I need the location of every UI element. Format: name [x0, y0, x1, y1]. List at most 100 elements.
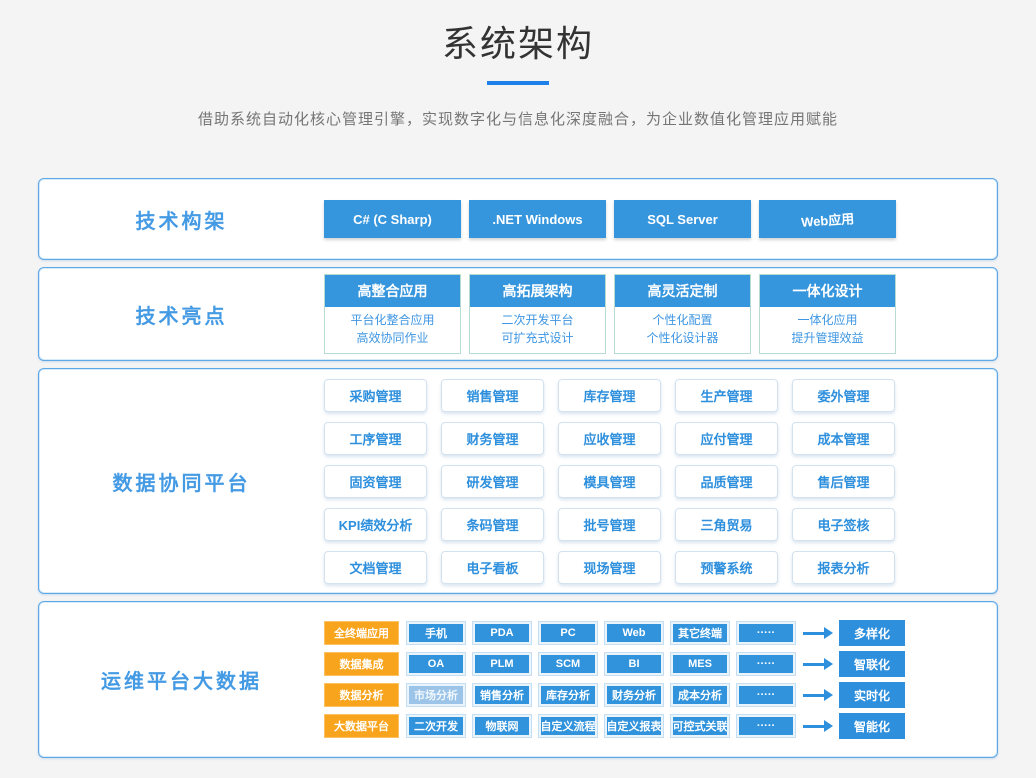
- module-button[interactable]: 售后管理: [792, 465, 895, 498]
- ops-item-button[interactable]: MES: [671, 653, 729, 675]
- ops-item-button[interactable]: SCM: [539, 653, 597, 675]
- tech-buttons-row: C# (C Sharp).NET WindowsSQL Server Web应用: [324, 200, 997, 238]
- section-data-platform-label: 数据协同平台: [39, 467, 324, 496]
- module-button[interactable]: KPI绩效分析: [324, 508, 427, 541]
- highlight-card-title: 高整合应用: [325, 275, 460, 307]
- ops-item-button[interactable]: ·····: [737, 715, 795, 737]
- ops-item-button[interactable]: 财务分析: [605, 684, 663, 706]
- ops-item-button[interactable]: 二次开发: [407, 715, 465, 737]
- module-button[interactable]: 现场管理: [558, 551, 661, 584]
- module-button-label: KPI绩效分析: [339, 515, 413, 534]
- ops-item-button[interactable]: 市场分析: [407, 684, 465, 706]
- tech-button[interactable]: C# (C Sharp): [324, 200, 461, 238]
- module-button[interactable]: 文档管理: [324, 551, 427, 584]
- highlight-card: 高拓展架构二次开发平台可扩充式设计: [469, 274, 606, 354]
- ops-item-button[interactable]: 销售分析: [473, 684, 531, 706]
- module-button[interactable]: 模具管理: [558, 465, 661, 498]
- ops-row: 全终端应用手机PDAPCWeb其它终端·····多样化: [324, 620, 997, 646]
- module-button[interactable]: 财务管理: [441, 422, 544, 455]
- module-button[interactable]: 电子看板: [441, 551, 544, 584]
- ops-row: 数据分析市场分析销售分析库存分析财务分析成本分析·····实时化: [324, 682, 997, 708]
- ops-item-button[interactable]: 自定义报表: [605, 715, 663, 737]
- ops-item-button[interactable]: 库存分析: [539, 684, 597, 706]
- highlight-card: 高灵活定制个性化配置个性化设计器: [614, 274, 751, 354]
- arrow-right-icon: [803, 689, 835, 701]
- ops-item-button[interactable]: PC: [539, 622, 597, 644]
- arrow-right-icon: [803, 627, 835, 639]
- section-tech-framework-label: 技术构架: [39, 205, 324, 234]
- module-button[interactable]: 电子签核: [792, 508, 895, 541]
- ops-item-button[interactable]: Web: [605, 622, 663, 644]
- ops-item-button[interactable]: PLM: [473, 653, 531, 675]
- highlight-card-body: 二次开发平台可扩充式设计: [470, 307, 605, 353]
- ops-result-button[interactable]: 智能化: [839, 713, 905, 739]
- ops-item-button[interactable]: PDA: [473, 622, 531, 644]
- ops-item-button[interactable]: ·····: [737, 653, 795, 675]
- module-button[interactable]: 固资管理: [324, 465, 427, 498]
- arrow-shaft: [803, 632, 824, 635]
- module-button[interactable]: 应付管理: [675, 422, 778, 455]
- section-tech-framework: 技术构架 C# (C Sharp).NET WindowsSQL Server W…: [38, 178, 998, 260]
- module-button-label: 采购管理: [349, 386, 401, 405]
- tech-button[interactable]: Web应用: [759, 200, 896, 238]
- ops-item-button[interactable]: ·····: [737, 622, 795, 644]
- module-button[interactable]: 应收管理: [558, 422, 661, 455]
- highlight-card-body: 平台化整合应用高效协同作业: [325, 307, 460, 353]
- highlight-card: 高整合应用平台化整合应用高效协同作业: [324, 274, 461, 354]
- ops-item-button[interactable]: BI: [605, 653, 663, 675]
- module-button[interactable]: 库存管理: [558, 379, 661, 412]
- module-button[interactable]: 三角贸易: [675, 508, 778, 541]
- ops-item-button[interactable]: 其它终端: [671, 622, 729, 644]
- arrow-shaft: [803, 725, 824, 728]
- module-button[interactable]: 委外管理: [792, 379, 895, 412]
- module-button-label: 委外管理: [817, 386, 869, 405]
- ops-item-button[interactable]: OA: [407, 653, 465, 675]
- ops-item-button[interactable]: 自定义流程: [539, 715, 597, 737]
- ops-item-button[interactable]: 物联网: [473, 715, 531, 737]
- module-grid: 采购管理 销售管理 库存管理生产管理 委外管理工序管理财务管理 应收管理 应付管理 成本管理…: [324, 379, 997, 584]
- ops-item-button[interactable]: 手机: [407, 622, 465, 644]
- highlight-card-line: 二次开发平台: [470, 311, 605, 329]
- arrow-shaft: [803, 694, 824, 697]
- module-button-label: 销售管理: [466, 386, 518, 405]
- ops-result-button[interactable]: 多样化: [839, 620, 905, 646]
- module-button-label: 电子看板: [466, 558, 518, 577]
- module-button-label: 成本管理: [817, 429, 869, 448]
- tech-button[interactable]: SQL Server: [614, 200, 751, 238]
- highlight-card-body: 个性化配置个性化设计器: [615, 307, 750, 353]
- section-tech-highlights: 技术亮点 高整合应用平台化整合应用高效协同作业高拓展架构二次开发平台可扩充式设计…: [38, 267, 998, 361]
- module-button[interactable]: 生产管理: [675, 379, 778, 412]
- tech-button[interactable]: .NET Windows: [469, 200, 606, 238]
- module-button[interactable]: 预警系统: [675, 551, 778, 584]
- highlight-card-line: 提升管理效益: [760, 329, 895, 347]
- module-button[interactable]: 条码管理: [441, 508, 544, 541]
- module-button[interactable]: 工序管理: [324, 422, 427, 455]
- ops-result-button[interactable]: 智联化: [839, 651, 905, 677]
- section-ops-platform: 运维平台大数据 全终端应用手机PDAPCWeb其它终端·····多样化数据集成O…: [38, 601, 998, 758]
- ops-item-button[interactable]: 成本分析: [671, 684, 729, 706]
- module-button[interactable]: 采购管理: [324, 379, 427, 412]
- ops-row: 数据集成OAPLMSCMBIMES·····智联化: [324, 651, 997, 677]
- module-button-label: 模具管理: [583, 472, 635, 491]
- highlight-card-line: 一体化应用: [760, 311, 895, 329]
- module-button-label: 研发管理: [466, 472, 518, 491]
- module-button-label: 售后管理: [817, 472, 869, 491]
- module-button[interactable]: 销售管理: [441, 379, 544, 412]
- arrow-shaft: [803, 663, 824, 666]
- ops-category-label: 大数据平台: [324, 714, 399, 738]
- module-button[interactable]: 研发管理: [441, 465, 544, 498]
- page-subtitle: 借助系统自动化核心管理引擎，实现数字化与信息化深度融合，为企业数值化管理应用赋能: [0, 108, 1036, 129]
- module-button[interactable]: 品质管理: [675, 465, 778, 498]
- ops-rows: 全终端应用手机PDAPCWeb其它终端·····多样化数据集成OAPLMSCMB…: [324, 620, 997, 739]
- page-title: 系统架构: [0, 0, 1036, 64]
- highlight-card-title: 高灵活定制: [615, 275, 750, 307]
- tech-button-label: Web应用: [800, 208, 854, 231]
- ops-item-button[interactable]: ·····: [737, 684, 795, 706]
- module-button[interactable]: 报表分析: [792, 551, 895, 584]
- module-button-label: 电子签核: [817, 515, 869, 534]
- module-button[interactable]: 成本管理: [792, 422, 895, 455]
- ops-item-button[interactable]: 可控式关联: [671, 715, 729, 737]
- module-button-label: 应收管理: [583, 429, 635, 448]
- module-button[interactable]: 批号管理: [558, 508, 661, 541]
- ops-result-button[interactable]: 实时化: [839, 682, 905, 708]
